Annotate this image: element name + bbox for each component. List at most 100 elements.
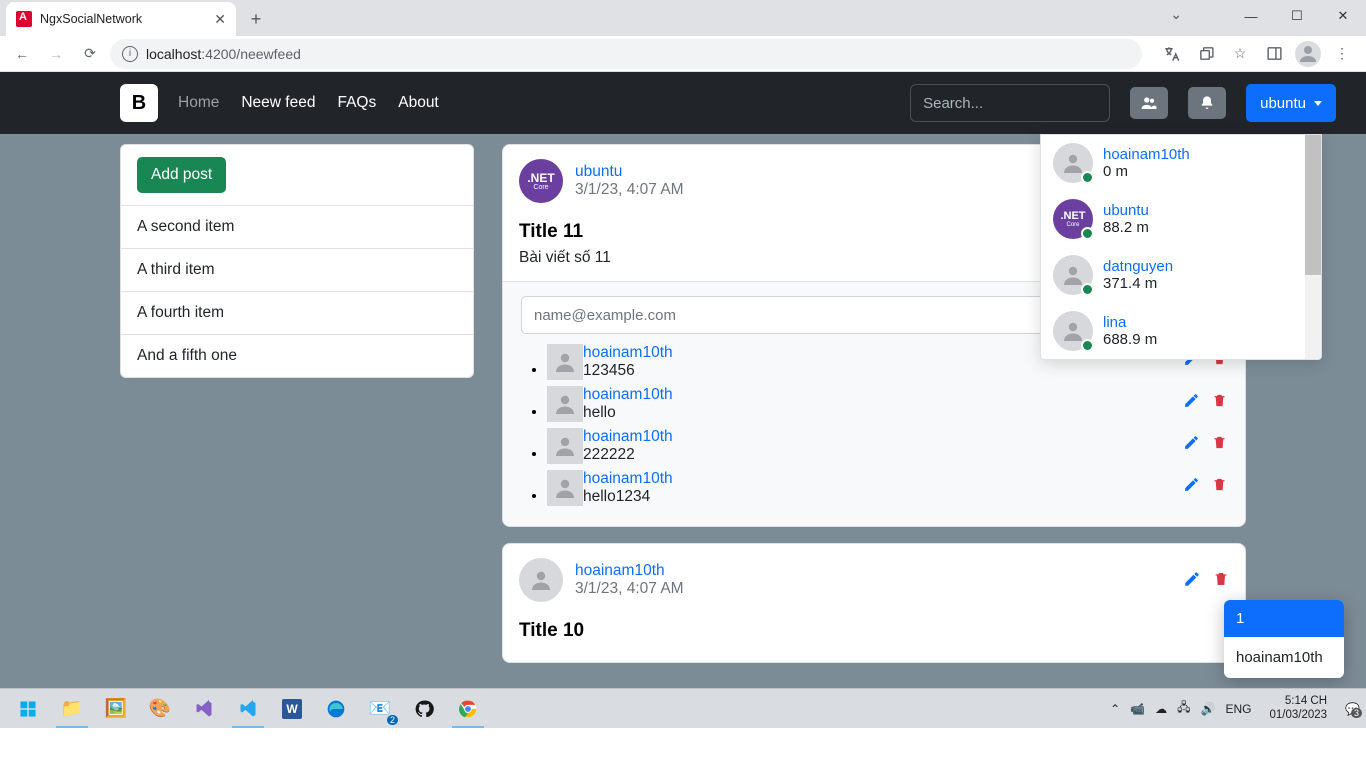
edit-icon[interactable] xyxy=(1183,434,1200,454)
taskbar-word-icon[interactable]: W xyxy=(270,689,314,729)
comment-author[interactable]: hoainam10th xyxy=(583,470,673,487)
close-tab-icon[interactable]: ✕ xyxy=(214,11,226,28)
post-timestamp: 3/1/23, 4:07 AM xyxy=(575,181,684,199)
side-panel-icon[interactable] xyxy=(1258,40,1290,68)
online-user-item[interactable]: lina688.9 m xyxy=(1041,303,1321,359)
post-author-link[interactable]: hoainam10th xyxy=(575,562,665,579)
sidebar: Add post A second item A third item A fo… xyxy=(120,144,474,378)
tray-meet-now-icon[interactable]: 📹 xyxy=(1130,702,1145,716)
reload-button[interactable]: ⟳ xyxy=(76,40,104,68)
online-user-item[interactable]: hoainam10th0 m xyxy=(1041,135,1321,191)
online-user-distance: 371.4 m xyxy=(1103,275,1173,292)
friends-icon[interactable] xyxy=(1130,87,1168,119)
search-input[interactable]: Search... xyxy=(910,84,1110,122)
dropdown-scrollbar[interactable] xyxy=(1305,135,1321,359)
comment-row: hoainam10th222222 xyxy=(547,428,1227,464)
taskbar-edge-icon[interactable] xyxy=(314,689,358,729)
translate-icon[interactable] xyxy=(1156,40,1188,68)
delete-icon[interactable] xyxy=(1212,434,1227,454)
sidebar-item[interactable]: A fourth item xyxy=(121,292,473,335)
online-dot-icon xyxy=(1081,339,1094,352)
comment-text: 222222 xyxy=(583,446,673,464)
maximize-button[interactable]: ☐ xyxy=(1274,0,1320,32)
taskbar-clock[interactable]: 5:14 CH 01/03/2023 xyxy=(1269,695,1327,723)
tray-onedrive-icon[interactable]: ☁ xyxy=(1155,702,1167,716)
browser-tab[interactable]: NgxSocialNetwork ✕ xyxy=(6,2,236,36)
tray-language[interactable]: ENG xyxy=(1225,702,1251,716)
new-tab-button[interactable]: + xyxy=(242,5,270,33)
user-name: ubuntu xyxy=(1260,95,1306,112)
tab-strip: NgxSocialNetwork ✕ + ⌄ — ☐ ✕ xyxy=(0,0,1366,36)
omnibox[interactable]: i localhost:4200/neewfeed xyxy=(110,39,1142,69)
nav-faqs[interactable]: FAQs xyxy=(337,94,376,112)
nav-about[interactable]: About xyxy=(398,94,439,112)
online-user-name[interactable]: ubuntu xyxy=(1103,202,1149,219)
nav-home[interactable]: Home xyxy=(178,94,219,112)
comment-avatar xyxy=(547,386,583,422)
online-users-dropdown: hoainam10th0 m .NETCore ubuntu88.2 m dat… xyxy=(1040,134,1322,360)
online-dot-icon xyxy=(1081,283,1094,296)
bookmark-icon[interactable]: ☆ xyxy=(1224,40,1256,68)
taskbar-app-icon[interactable]: 🎨 xyxy=(138,689,182,729)
toast-header: 1 xyxy=(1224,600,1344,637)
taskbar-github-icon[interactable] xyxy=(402,689,446,729)
sidebar-item[interactable]: And a fifth one xyxy=(121,335,473,377)
search-placeholder: Search... xyxy=(923,95,983,112)
back-button[interactable]: ← xyxy=(8,40,36,68)
forward-button: → xyxy=(42,40,70,68)
taskbar-vscode-icon[interactable] xyxy=(226,689,270,729)
online-user-name[interactable]: lina xyxy=(1103,314,1126,331)
tray-volume-icon[interactable]: 🔊 xyxy=(1201,702,1216,716)
brand-logo[interactable]: B xyxy=(120,84,158,122)
browser-chrome: NgxSocialNetwork ✕ + ⌄ — ☐ ✕ ← → ⟳ i loc… xyxy=(0,0,1366,72)
comment-avatar xyxy=(547,428,583,464)
site-info-icon[interactable]: i xyxy=(122,46,138,62)
comment-placeholder: name@example.com xyxy=(534,307,676,324)
edit-icon[interactable] xyxy=(1183,392,1200,412)
minimize-button[interactable]: — xyxy=(1228,0,1274,32)
chrome-menu-icon[interactable]: ⋮ xyxy=(1326,40,1358,68)
post-card: hoainam10th 3/1/23, 4:07 AM Title 10 xyxy=(502,543,1246,663)
online-user-item[interactable]: datnguyen371.4 m xyxy=(1041,247,1321,303)
post-author-link[interactable]: ubuntu xyxy=(575,163,622,180)
delete-icon[interactable] xyxy=(1213,570,1229,591)
address-bar-row: ← → ⟳ i localhost:4200/neewfeed ☆ ⋮ xyxy=(0,36,1366,72)
user-avatar xyxy=(1053,143,1093,183)
nav-feed[interactable]: Neew feed xyxy=(241,94,315,112)
comment-author[interactable]: hoainam10th xyxy=(583,386,673,403)
tray-chevron-up-icon[interactable]: ⌃ xyxy=(1110,702,1120,716)
start-button[interactable] xyxy=(6,689,50,729)
taskbar-mail-icon[interactable]: 📧2 xyxy=(358,689,402,729)
online-dot-icon xyxy=(1081,227,1094,240)
profile-avatar[interactable] xyxy=(1292,40,1324,68)
windows-taskbar: 📁 🖼️ 🎨 W 📧2 ⌃ 📹 ☁ 🖧 🔊 ENG 5:14 CH 01/03/… xyxy=(0,688,1366,728)
close-window-button[interactable]: ✕ xyxy=(1320,0,1366,32)
message-toast[interactable]: 1 hoainam10th xyxy=(1224,600,1344,678)
comment-author[interactable]: hoainam10th xyxy=(583,344,673,361)
tabs-chevron-icon[interactable]: ⌄ xyxy=(1170,6,1182,23)
taskbar-explorer-icon[interactable]: 📁 xyxy=(50,689,94,729)
url-path: :4200/neewfeed xyxy=(201,46,301,62)
taskbar-app-icon[interactable]: 🖼️ xyxy=(94,689,138,729)
edit-icon[interactable] xyxy=(1183,476,1200,496)
edit-icon[interactable] xyxy=(1183,570,1201,591)
comment-row: hoainam10thhello xyxy=(547,386,1227,422)
comment-author[interactable]: hoainam10th xyxy=(583,428,673,445)
taskbar-visualstudio-icon[interactable] xyxy=(182,689,226,729)
delete-icon[interactable] xyxy=(1212,476,1227,496)
notifications-icon[interactable] xyxy=(1188,87,1226,119)
online-user-name[interactable]: datnguyen xyxy=(1103,258,1173,275)
sidebar-item[interactable]: A third item xyxy=(121,249,473,292)
taskbar-chrome-icon[interactable] xyxy=(446,689,490,729)
delete-icon[interactable] xyxy=(1212,392,1227,412)
online-user-name[interactable]: hoainam10th xyxy=(1103,146,1190,163)
add-post-button[interactable]: Add post xyxy=(137,157,226,193)
user-dropdown[interactable]: ubuntu xyxy=(1246,84,1336,122)
tray-network-icon[interactable]: 🖧 xyxy=(1177,698,1190,719)
share-icon[interactable] xyxy=(1190,40,1222,68)
online-user-item[interactable]: .NETCore ubuntu88.2 m xyxy=(1041,191,1321,247)
online-user-distance: 688.9 m xyxy=(1103,331,1157,348)
sidebar-item[interactable]: A second item xyxy=(121,206,473,249)
online-dot-icon xyxy=(1081,171,1094,184)
action-center-icon[interactable]: 💬3 xyxy=(1345,702,1360,716)
